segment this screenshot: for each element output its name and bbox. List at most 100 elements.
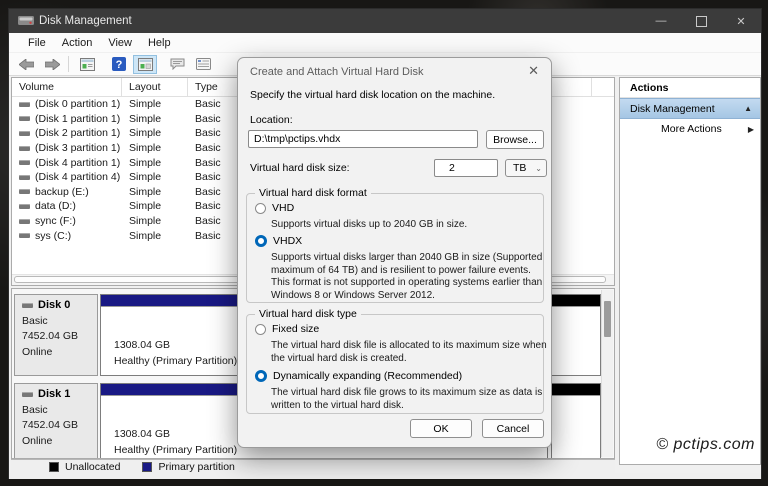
properties-button[interactable] xyxy=(191,55,215,74)
menu-item-file[interactable]: File xyxy=(20,37,54,49)
volume-icon xyxy=(19,146,30,151)
status-bar xyxy=(9,473,761,479)
close-icon: ✕ xyxy=(736,15,745,28)
size-label: Virtual hard disk size: xyxy=(250,162,350,174)
primary-partition-swatch xyxy=(142,462,152,472)
maximize-icon xyxy=(696,16,707,27)
radio-vhd[interactable]: VHD xyxy=(255,202,294,214)
disk-kind: Basic xyxy=(22,315,97,327)
volume-layout: Simple xyxy=(122,200,188,212)
ok-button[interactable]: OK xyxy=(410,419,472,438)
disk1-unallocated-partition[interactable] xyxy=(551,383,601,459)
format-group-label: Virtual hard disk format xyxy=(255,187,371,199)
volume-layout: Simple xyxy=(122,98,188,110)
radio-button[interactable] xyxy=(255,235,267,247)
actions-item-more-actions[interactable]: More Actions ▶ xyxy=(620,119,760,139)
menu-item-action[interactable]: Action xyxy=(54,37,101,49)
partition-health: Healthy (Primary Partition) xyxy=(114,442,237,458)
app-icon xyxy=(18,15,34,27)
type-groupbox: Virtual hard disk type Fixed size The vi… xyxy=(246,314,544,414)
disk0-header[interactable]: Disk 0 Basic 7452.04 GB Online xyxy=(14,294,98,376)
create-vhd-dialog: Create and Attach Virtual Hard Disk ✕ Sp… xyxy=(237,57,552,448)
chevron-down-icon: ⌄ xyxy=(535,164,542,173)
actions-panel: Actions Disk Management ▲ More Actions ▶… xyxy=(619,77,761,465)
disk-view-button[interactable] xyxy=(133,55,157,74)
disk-icon xyxy=(22,392,33,397)
vertical-scrollbar[interactable] xyxy=(601,290,613,457)
column-header-volume[interactable]: Volume xyxy=(12,78,122,96)
partition-size: 1308.04 GB xyxy=(114,426,237,442)
actions-header: Actions xyxy=(620,78,760,98)
close-button[interactable]: ✕ xyxy=(721,9,761,33)
format-groupbox: Virtual hard disk format VHD Supports vi… xyxy=(246,193,544,303)
forward-button[interactable] xyxy=(40,55,64,74)
menu-item-view[interactable]: View xyxy=(100,37,140,49)
primary-partition-label: Primary partition xyxy=(158,461,234,473)
help-button[interactable]: ? xyxy=(107,55,131,74)
partition-body xyxy=(552,306,600,375)
radio-dynamically-expanding[interactable]: Dynamically expanding (Recommended) xyxy=(255,370,462,382)
action-pane-button[interactable] xyxy=(165,55,189,74)
radio-button[interactable] xyxy=(255,324,266,335)
forward-icon xyxy=(45,59,60,70)
cancel-button[interactable]: Cancel xyxy=(482,419,544,438)
browse-button[interactable]: Browse... xyxy=(486,130,544,149)
disk-size: 7452.04 GB xyxy=(22,330,97,342)
location-label: Location: xyxy=(250,114,293,126)
volume-name: (Disk 3 partition 1) xyxy=(35,142,120,154)
volume-name: data (D:) xyxy=(35,200,76,212)
disk1-header[interactable]: Disk 1 Basic 7452.04 GB Online xyxy=(14,383,98,459)
vertical-scrollbar-thumb[interactable] xyxy=(604,301,611,337)
volume-layout: Simple xyxy=(122,142,188,154)
volume-name: (Disk 0 partition 1) xyxy=(35,98,120,110)
disk0-unallocated-partition[interactable] xyxy=(551,294,601,376)
minimize-button[interactable]: — xyxy=(641,9,681,33)
maximize-button[interactable] xyxy=(681,9,721,33)
volume-name: (Disk 2 partition 1) xyxy=(35,127,120,139)
unallocated-swatch xyxy=(49,462,59,472)
disk-size: 7452.04 GB xyxy=(22,419,97,431)
radio-fixed-size[interactable]: Fixed size xyxy=(255,323,319,335)
dialog-title: Create and Attach Virtual Hard Disk xyxy=(250,66,423,78)
volume-layout: Simple xyxy=(122,157,188,169)
collapse-arrow-icon[interactable]: ▲ xyxy=(744,104,752,113)
volume-name: (Disk 1 partition 1) xyxy=(35,113,120,125)
size-unit-value: TB xyxy=(513,162,526,174)
size-unit-dropdown[interactable]: TB ⌄ xyxy=(505,159,547,177)
unallocated-label: Unallocated xyxy=(65,461,120,473)
volume-icon xyxy=(19,160,30,165)
radio-label: VHD xyxy=(272,202,294,214)
dynamic-description: The virtual hard disk file grows to its … xyxy=(271,387,553,412)
properties-icon xyxy=(196,58,211,70)
volume-icon xyxy=(19,116,30,121)
actions-item-disk-management[interactable]: Disk Management ▲ xyxy=(620,98,760,119)
volume-icon xyxy=(19,219,30,224)
radio-button[interactable] xyxy=(255,203,266,214)
fixed-size-description: The virtual hard disk file is allocated … xyxy=(271,340,549,365)
volume-name: sys (C:) xyxy=(35,230,71,242)
console-tree-button[interactable] xyxy=(75,55,99,74)
radio-vhdx[interactable]: VHDX xyxy=(255,235,302,247)
partition-health: Healthy (Primary Partition) xyxy=(114,353,237,369)
radio-label: VHDX xyxy=(273,235,302,247)
back-button[interactable] xyxy=(14,55,38,74)
size-input[interactable] xyxy=(434,159,498,177)
dialog-close-button[interactable]: ✕ xyxy=(528,64,539,78)
location-input[interactable] xyxy=(248,130,478,148)
unallocated-band xyxy=(552,295,600,306)
partition-info: 1308.04 GB Healthy (Primary Partition) xyxy=(114,426,237,458)
volume-icon xyxy=(19,233,30,238)
back-icon xyxy=(19,59,34,70)
column-header-layout[interactable]: Layout xyxy=(122,78,188,96)
title-bar[interactable]: Disk Management — ✕ xyxy=(9,9,761,33)
radio-button[interactable] xyxy=(255,370,267,382)
vhd-description: Supports virtual disks up to 2040 GB in … xyxy=(271,219,545,232)
menu-item-help[interactable]: Help xyxy=(140,37,179,49)
vhdx-description: Supports virtual disks larger than 2040 … xyxy=(271,252,549,302)
volume-name: (Disk 4 partition 1) xyxy=(35,157,120,169)
volume-icon xyxy=(19,175,30,180)
column-header-extra-2[interactable] xyxy=(592,78,614,96)
volume-icon xyxy=(19,131,30,136)
action-pane-icon xyxy=(170,58,185,70)
help-icon: ? xyxy=(112,57,126,71)
